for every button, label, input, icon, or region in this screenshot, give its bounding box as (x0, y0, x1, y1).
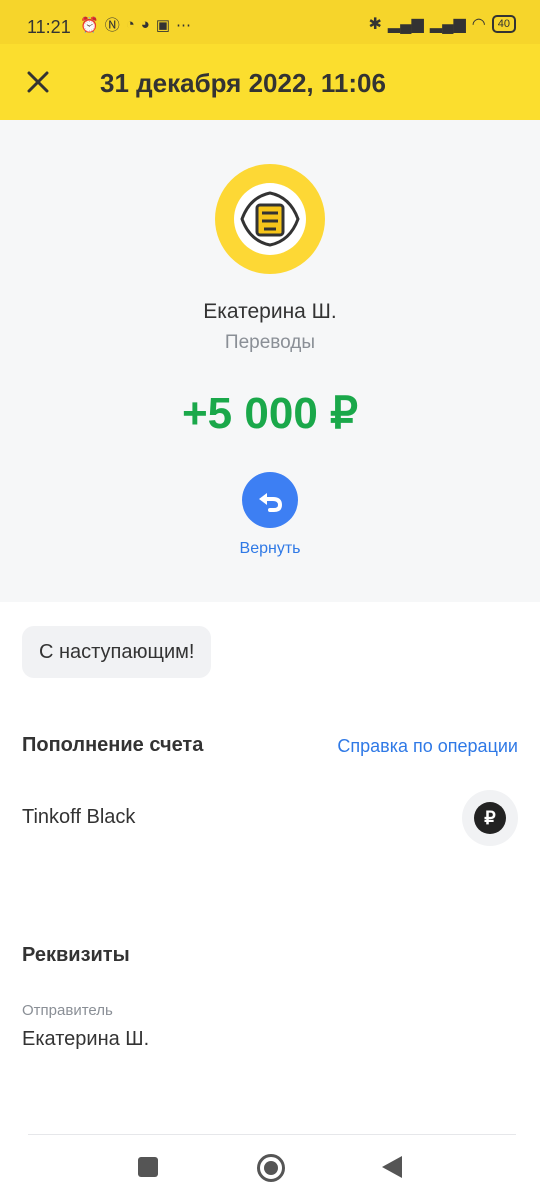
bluetooth-icon: ✱ (368, 16, 382, 33)
account-icon[interactable]: ₽ (462, 790, 518, 846)
transaction-amount: +5 000 ₽ (181, 389, 359, 438)
return-label[interactable]: Вернуть (0, 540, 540, 558)
signal-icon: ▂▄▆ (387, 16, 424, 33)
section-title-deposit: Пополнение счета (22, 734, 204, 756)
transaction-category: Переводы (224, 332, 316, 353)
header-bar: 31 декабря 2022, 11:06 (0, 44, 540, 120)
home-button[interactable] (257, 1154, 285, 1182)
nfc-icon: Ⓝ (104, 17, 120, 34)
alarm-icon: ⏰ (80, 16, 99, 34)
close-button[interactable] (22, 66, 54, 98)
status-time: 11:21 (27, 17, 71, 37)
close-icon (27, 71, 49, 93)
transfer-message: С наступающим! (22, 626, 212, 678)
notification-icon: ▣ (155, 16, 171, 34)
ruble-icon: ₽ (474, 802, 506, 834)
viber-icon: ◕ (140, 16, 150, 33)
signal-icon: ▂▄▆ (429, 16, 466, 33)
page-title: 31 декабря 2022, 11:06 (100, 68, 386, 98)
whatsapp-icon: ◔ (125, 16, 135, 33)
transaction-summary: Екатерина Ш. Переводы +5 000 ₽ Вернуть (0, 120, 540, 602)
account-name[interactable]: Tinkoff Black (22, 806, 135, 829)
bank-logo (215, 164, 325, 274)
counterparty-name: Екатерина Ш. (203, 300, 337, 323)
divider (28, 1134, 516, 1135)
bank-crest-icon (234, 183, 306, 255)
status-bar: 11:21 ⏰ Ⓝ ◔ ◕ ▣ ⋯ ✱ ▂▄▆ ▂▄▆ ◠ 40 (0, 0, 540, 44)
system-nav-bar (0, 1136, 540, 1200)
operation-help-link[interactable]: Справка по операции (337, 736, 518, 757)
return-button[interactable] (242, 472, 298, 528)
more-icon: ⋯ (176, 16, 192, 34)
sender-value: Екатерина Ш. (22, 1028, 150, 1050)
status-system-icons: ✱ ▂▄▆ ▂▄▆ ◠ 40 (368, 14, 516, 34)
home-icon (264, 1161, 278, 1175)
recents-button[interactable] (138, 1157, 158, 1177)
status-notification-icons: ⏰ Ⓝ ◔ ◕ ▣ ⋯ (80, 14, 191, 35)
wifi-icon: ◠ (471, 16, 486, 33)
undo-arrow-icon (259, 493, 283, 512)
section-title-requisites: Реквизиты (22, 944, 130, 966)
back-button[interactable] (382, 1156, 402, 1178)
battery-icon: 40 (491, 15, 516, 33)
sender-label: Отправитель (22, 1002, 113, 1019)
